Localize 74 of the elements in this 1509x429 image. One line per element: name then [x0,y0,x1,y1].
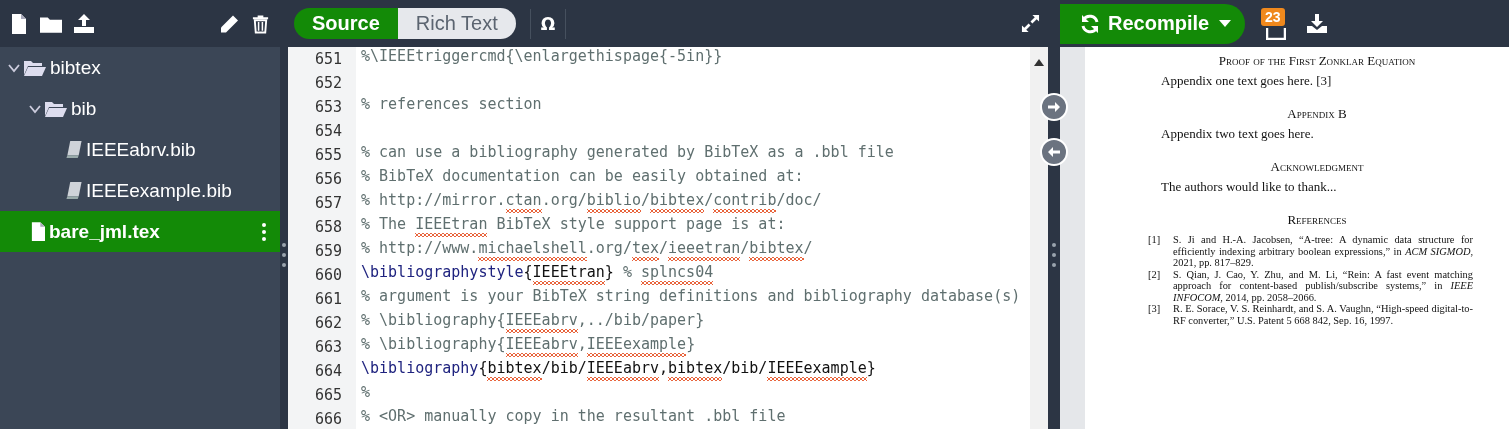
file-tree-item[interactable]: IEEEexample.bib [0,170,280,211]
line-number: 660 [313,265,343,286]
line-number: 652 [313,73,343,94]
delete-icon[interactable] [251,13,270,34]
line-number: 657 [313,193,343,214]
code-line: % BibTeX documentation can be easily obtained at: [361,167,805,187]
code-line: \bibliography{bibtex/bib/IEEEabrv,bibtex/bib/IEEEexample} [361,359,1030,383]
paragraph: Appendix one text goes here. [3] [1161,73,1333,89]
reference-number: [1] [1148,234,1162,247]
scroll-up-icon[interactable] [1034,59,1044,66]
line-number: 666 [313,409,343,429]
code-line: %\IEEEtriggercmd{\enlargethispage{-5in}} [361,47,724,67]
file-tree-item[interactable]: bib [0,88,280,129]
line-number: 655 [313,145,343,166]
paragraph: Appendix two text goes here. [1161,126,1315,142]
paragraph: The authors would like to thank... [1161,179,1338,195]
reference-entry: S. Ji and H.-A. Jacobsen, “A-tree: A dynamic data structure for efficiently indexing arbitrary boolean expressions,” in ACM SIGMOD, 2021, pp. 817–829. [1173,234,1473,269]
code-line: % [361,383,372,403]
caret-icon [1219,20,1231,27]
code-line: % can use a bibliography generated by BibTeX as a .bbl file [361,143,895,163]
code-line: % The IEEEtran BibTeX style support page is at: [361,215,1030,239]
edit-icon[interactable] [219,13,239,34]
log-count-badge: 23 [1261,7,1285,26]
new-file-icon[interactable] [10,13,28,34]
expand-icon[interactable] [1021,14,1040,33]
file-icon [30,222,45,241]
file-icon [66,182,82,199]
arrow-right-icon [1047,100,1061,114]
arrow-left-icon [1047,145,1061,159]
drag-handle-icon[interactable] [282,241,286,268]
reference-entry: S. Qian, J. Cao, Y. Zhu, and M. Li, “Rein: A fast event matching approach for content-based publish/subscribe systems,” in IEEE INFOCOM, 2014, pp. 2058–2066. [1173,268,1473,303]
line-number: 662 [313,313,343,334]
line-number: 664 [313,361,343,382]
code-line: % http://mirror.ctan.org/biblio/bibtex/contrib/doc/ [361,191,1030,215]
reference-entry: R. E. Sorace, V. S. Reinhardt, and S. A. Vaughn, “High-speed digital-to-RF converter,” U.S. Patent 5 668 842, Sep. 16, 1997. [1173,303,1473,326]
code-line: % http://www.michaelshell.org/tex/ieeetran/bibtex/ [361,239,1030,263]
line-number: 654 [313,121,343,142]
drag-handle-icon[interactable] [1052,241,1056,268]
code-line: % references section [361,95,543,115]
line-number: 663 [313,337,343,358]
open-folder-icon [24,59,46,76]
download-icon[interactable] [1307,14,1327,33]
section-heading: Proof of the First Zonklar Equation [1217,53,1417,69]
code-line: % \bibliography{IEEEabrv,IEEEexample} [361,335,1030,359]
code-line: % argument is your BibTeX string definitions and bibliography database(s) [361,287,1022,307]
line-number: 658 [313,217,343,238]
editor-mode-tab[interactable]: Source [294,8,398,39]
upload-icon[interactable] [74,14,94,33]
refresh-icon [1080,13,1100,34]
section-heading: References [1286,212,1348,228]
code-line: % \bibliography{IEEEabrv,../bib/paper} [361,311,1030,335]
editor-mode-tab[interactable]: Rich Text [397,8,516,39]
code-line: \bibliographystyle{IEEEtran} % splncs04 [361,263,1030,287]
file-tree-item[interactable]: IEEEabrv.bib [0,129,280,170]
log-icon[interactable] [1266,27,1286,40]
line-number: 653 [313,97,343,118]
code-line: % <OR> manually copy in the resultant .bbl file [361,407,787,427]
symbol-button[interactable]: Ω [529,8,567,39]
line-number: 665 [313,385,343,406]
file-tree-item[interactable]: bibtex [0,47,280,88]
section-heading: Acknowledgment [1269,159,1365,175]
line-number: 651 [313,49,343,70]
open-folder-icon [45,100,67,117]
recompile-button[interactable]: Recompile [1060,3,1245,44]
section-heading: Appendix B [1286,106,1348,122]
file-tree-item[interactable]: bare_jml.tex [0,211,280,252]
more-options-icon[interactable] [262,222,266,241]
file-icon [66,141,82,158]
folder-icon[interactable] [40,14,62,33]
reference-number: [3] [1148,303,1162,316]
line-number: 656 [313,169,343,190]
reference-number: [2] [1148,268,1162,282]
line-number: 661 [313,289,343,310]
line-number: 659 [313,241,343,262]
